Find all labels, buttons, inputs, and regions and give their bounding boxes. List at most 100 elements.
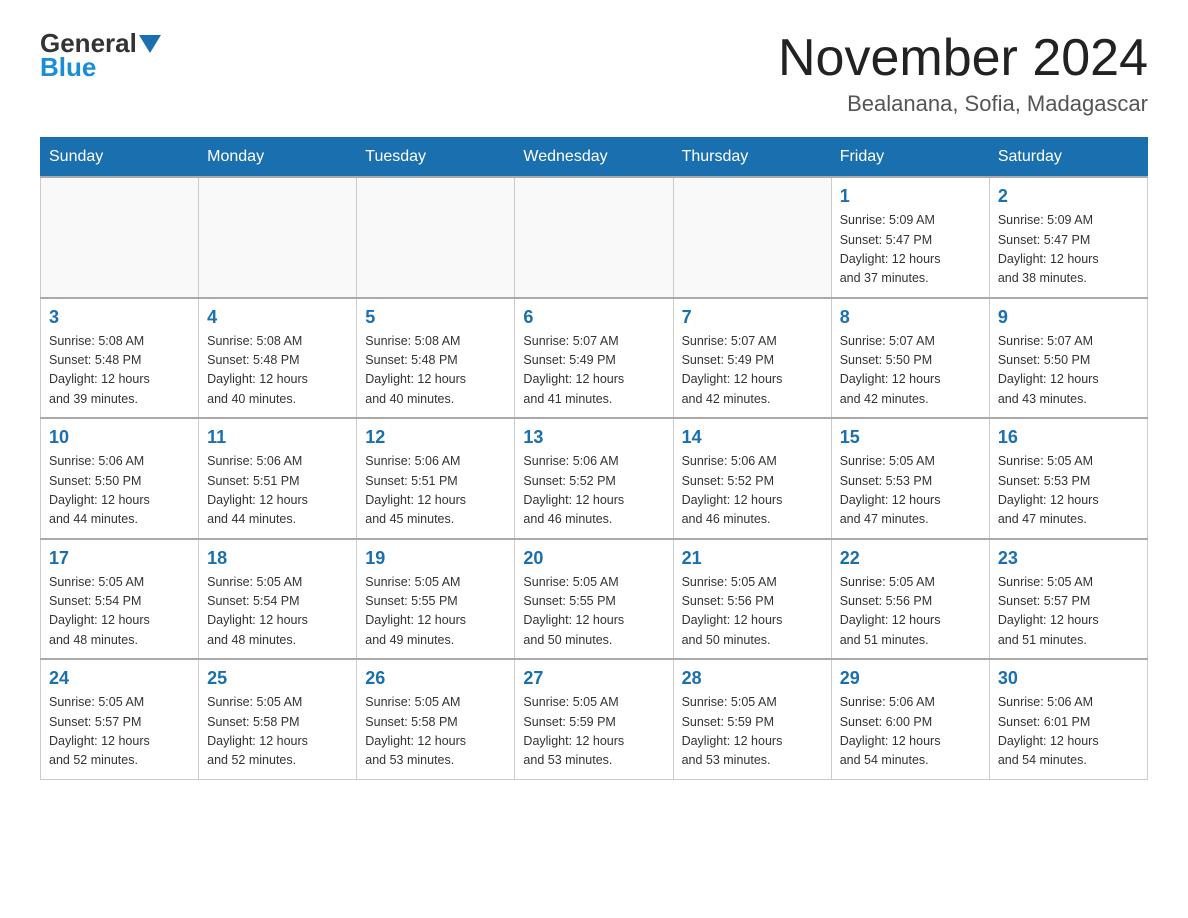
day-number: 24 <box>49 668 190 689</box>
calendar-cell: 15Sunrise: 5:05 AM Sunset: 5:53 PM Dayli… <box>831 418 989 539</box>
calendar-cell: 2 Sunrise: 5:09 AM Sunset: 5:47 PM Daylig… <box>989 177 1147 298</box>
day-number: 25 <box>207 668 348 689</box>
calendar-cell: 4 Sunrise: 5:08 AM Sunset: 5:48 PM Daylig… <box>199 298 357 419</box>
day-number: 22 <box>840 548 981 569</box>
day-number: 27 <box>523 668 664 689</box>
calendar-cell: 24 Sunrise: 5:05 AM Sunset: 5:57 PM Dayli… <box>41 659 199 779</box>
calendar-cell <box>515 177 673 298</box>
calendar-cell: 17 Sunrise: 5:05 AM Sunset: 5:54 PM Dayli… <box>41 539 199 660</box>
calendar-cell: 21Sunrise: 5:05 AM Sunset: 5:56 PM Dayli… <box>673 539 831 660</box>
day-info: Sunrise: 5:07 AM Sunset: 5:50 PM Dayligh… <box>840 332 981 410</box>
week-row-3: 10Sunrise: 5:06 AM Sunset: 5:50 PM Dayli… <box>41 418 1148 539</box>
day-number: 15 <box>840 427 981 448</box>
calendar-cell: 26Sunrise: 5:05 AM Sunset: 5:58 PM Dayli… <box>357 659 515 779</box>
day-number: 3 <box>49 307 190 328</box>
day-info: Sunrise: 5:05 AM Sunset: 5:58 PM Dayligh… <box>207 693 348 771</box>
week-row-2: 3 Sunrise: 5:08 AM Sunset: 5:48 PM Daylig… <box>41 298 1148 419</box>
calendar-cell: 19Sunrise: 5:05 AM Sunset: 5:55 PM Dayli… <box>357 539 515 660</box>
calendar-cell <box>41 177 199 298</box>
calendar-cell <box>673 177 831 298</box>
day-number: 10 <box>49 427 190 448</box>
day-info: Sunrise: 5:05 AM Sunset: 5:58 PM Dayligh… <box>365 693 506 771</box>
day-number: 19 <box>365 548 506 569</box>
weekday-header-saturday: Saturday <box>989 138 1147 178</box>
day-info: Sunrise: 5:05 AM Sunset: 5:57 PM Dayligh… <box>998 573 1139 651</box>
week-row-1: 1 Sunrise: 5:09 AM Sunset: 5:47 PM Daylig… <box>41 177 1148 298</box>
calendar: SundayMondayTuesdayWednesdayThursdayFrid… <box>40 137 1148 780</box>
day-info: Sunrise: 5:07 AM Sunset: 5:49 PM Dayligh… <box>682 332 823 410</box>
calendar-cell: 1 Sunrise: 5:09 AM Sunset: 5:47 PM Daylig… <box>831 177 989 298</box>
calendar-cell: 25 Sunrise: 5:05 AM Sunset: 5:58 PM Dayli… <box>199 659 357 779</box>
weekday-header-friday: Friday <box>831 138 989 178</box>
calendar-cell: 22 Sunrise: 5:05 AM Sunset: 5:56 PM Dayli… <box>831 539 989 660</box>
calendar-cell: 23 Sunrise: 5:05 AM Sunset: 5:57 PM Dayli… <box>989 539 1147 660</box>
day-info: Sunrise: 5:06 AM Sunset: 5:51 PM Dayligh… <box>365 452 506 530</box>
weekday-header-monday: Monday <box>199 138 357 178</box>
day-info: Sunrise: 5:07 AM Sunset: 5:50 PM Dayligh… <box>998 332 1139 410</box>
calendar-cell: 27 Sunrise: 5:05 AM Sunset: 5:59 PM Dayli… <box>515 659 673 779</box>
day-info: Sunrise: 5:06 AM Sunset: 5:52 PM Dayligh… <box>523 452 664 530</box>
day-info: Sunrise: 5:06 AM Sunset: 5:52 PM Dayligh… <box>682 452 823 530</box>
day-number: 8 <box>840 307 981 328</box>
calendar-cell <box>357 177 515 298</box>
calendar-cell <box>199 177 357 298</box>
day-number: 7 <box>682 307 823 328</box>
day-number: 16 <box>998 427 1139 448</box>
week-row-5: 24 Sunrise: 5:05 AM Sunset: 5:57 PM Dayli… <box>41 659 1148 779</box>
day-info: Sunrise: 5:09 AM Sunset: 5:47 PM Dayligh… <box>840 211 981 289</box>
calendar-cell: 18 Sunrise: 5:05 AM Sunset: 5:54 PM Dayli… <box>199 539 357 660</box>
day-number: 28 <box>682 668 823 689</box>
day-info: Sunrise: 5:05 AM Sunset: 5:54 PM Dayligh… <box>49 573 190 651</box>
weekday-header-row: SundayMondayTuesdayWednesdayThursdayFrid… <box>41 138 1148 178</box>
day-number: 29 <box>840 668 981 689</box>
day-number: 13 <box>523 427 664 448</box>
calendar-cell: 5Sunrise: 5:08 AM Sunset: 5:48 PM Daylig… <box>357 298 515 419</box>
subtitle: Bealanana, Sofia, Madagascar <box>778 91 1148 117</box>
day-info: Sunrise: 5:06 AM Sunset: 6:01 PM Dayligh… <box>998 693 1139 771</box>
day-info: Sunrise: 5:05 AM Sunset: 5:54 PM Dayligh… <box>207 573 348 651</box>
day-number: 6 <box>523 307 664 328</box>
calendar-cell: 28 Sunrise: 5:05 AM Sunset: 5:59 PM Dayli… <box>673 659 831 779</box>
logo-blue: Blue <box>40 54 96 80</box>
main-title: November 2024 <box>778 30 1148 87</box>
calendar-cell: 7 Sunrise: 5:07 AM Sunset: 5:49 PM Daylig… <box>673 298 831 419</box>
day-info: Sunrise: 5:08 AM Sunset: 5:48 PM Dayligh… <box>207 332 348 410</box>
calendar-cell: 3Sunrise: 5:08 AM Sunset: 5:48 PM Daylig… <box>41 298 199 419</box>
calendar-cell: 16 Sunrise: 5:05 AM Sunset: 5:53 PM Dayli… <box>989 418 1147 539</box>
logo-triangle-icon <box>139 35 161 53</box>
day-number: 12 <box>365 427 506 448</box>
day-info: Sunrise: 5:08 AM Sunset: 5:48 PM Dayligh… <box>365 332 506 410</box>
day-info: Sunrise: 5:06 AM Sunset: 6:00 PM Dayligh… <box>840 693 981 771</box>
day-number: 17 <box>49 548 190 569</box>
day-number: 9 <box>998 307 1139 328</box>
day-number: 14 <box>682 427 823 448</box>
weekday-header-tuesday: Tuesday <box>357 138 515 178</box>
weekday-header-wednesday: Wednesday <box>515 138 673 178</box>
header: General Blue November 2024 Bealanana, So… <box>40 30 1148 117</box>
day-info: Sunrise: 5:05 AM Sunset: 5:56 PM Dayligh… <box>840 573 981 651</box>
day-number: 18 <box>207 548 348 569</box>
day-info: Sunrise: 5:05 AM Sunset: 5:55 PM Dayligh… <box>523 573 664 651</box>
day-info: Sunrise: 5:05 AM Sunset: 5:59 PM Dayligh… <box>523 693 664 771</box>
weekday-header-thursday: Thursday <box>673 138 831 178</box>
calendar-cell: 6 Sunrise: 5:07 AM Sunset: 5:49 PM Daylig… <box>515 298 673 419</box>
day-number: 4 <box>207 307 348 328</box>
calendar-cell: 8 Sunrise: 5:07 AM Sunset: 5:50 PM Daylig… <box>831 298 989 419</box>
logo: General Blue <box>40 30 161 80</box>
calendar-cell: 29 Sunrise: 5:06 AM Sunset: 6:00 PM Dayli… <box>831 659 989 779</box>
day-number: 21 <box>682 548 823 569</box>
day-number: 1 <box>840 186 981 207</box>
calendar-cell: 30 Sunrise: 5:06 AM Sunset: 6:01 PM Dayli… <box>989 659 1147 779</box>
day-number: 2 <box>998 186 1139 207</box>
day-number: 23 <box>998 548 1139 569</box>
day-info: Sunrise: 5:05 AM Sunset: 5:59 PM Dayligh… <box>682 693 823 771</box>
day-number: 30 <box>998 668 1139 689</box>
day-info: Sunrise: 5:05 AM Sunset: 5:57 PM Dayligh… <box>49 693 190 771</box>
calendar-cell: 13 Sunrise: 5:06 AM Sunset: 5:52 PM Dayli… <box>515 418 673 539</box>
day-info: Sunrise: 5:07 AM Sunset: 5:49 PM Dayligh… <box>523 332 664 410</box>
calendar-cell: 11Sunrise: 5:06 AM Sunset: 5:51 PM Dayli… <box>199 418 357 539</box>
calendar-cell: 20Sunrise: 5:05 AM Sunset: 5:55 PM Dayli… <box>515 539 673 660</box>
day-info: Sunrise: 5:05 AM Sunset: 5:53 PM Dayligh… <box>998 452 1139 530</box>
day-info: Sunrise: 5:09 AM Sunset: 5:47 PM Dayligh… <box>998 211 1139 289</box>
day-info: Sunrise: 5:06 AM Sunset: 5:51 PM Dayligh… <box>207 452 348 530</box>
